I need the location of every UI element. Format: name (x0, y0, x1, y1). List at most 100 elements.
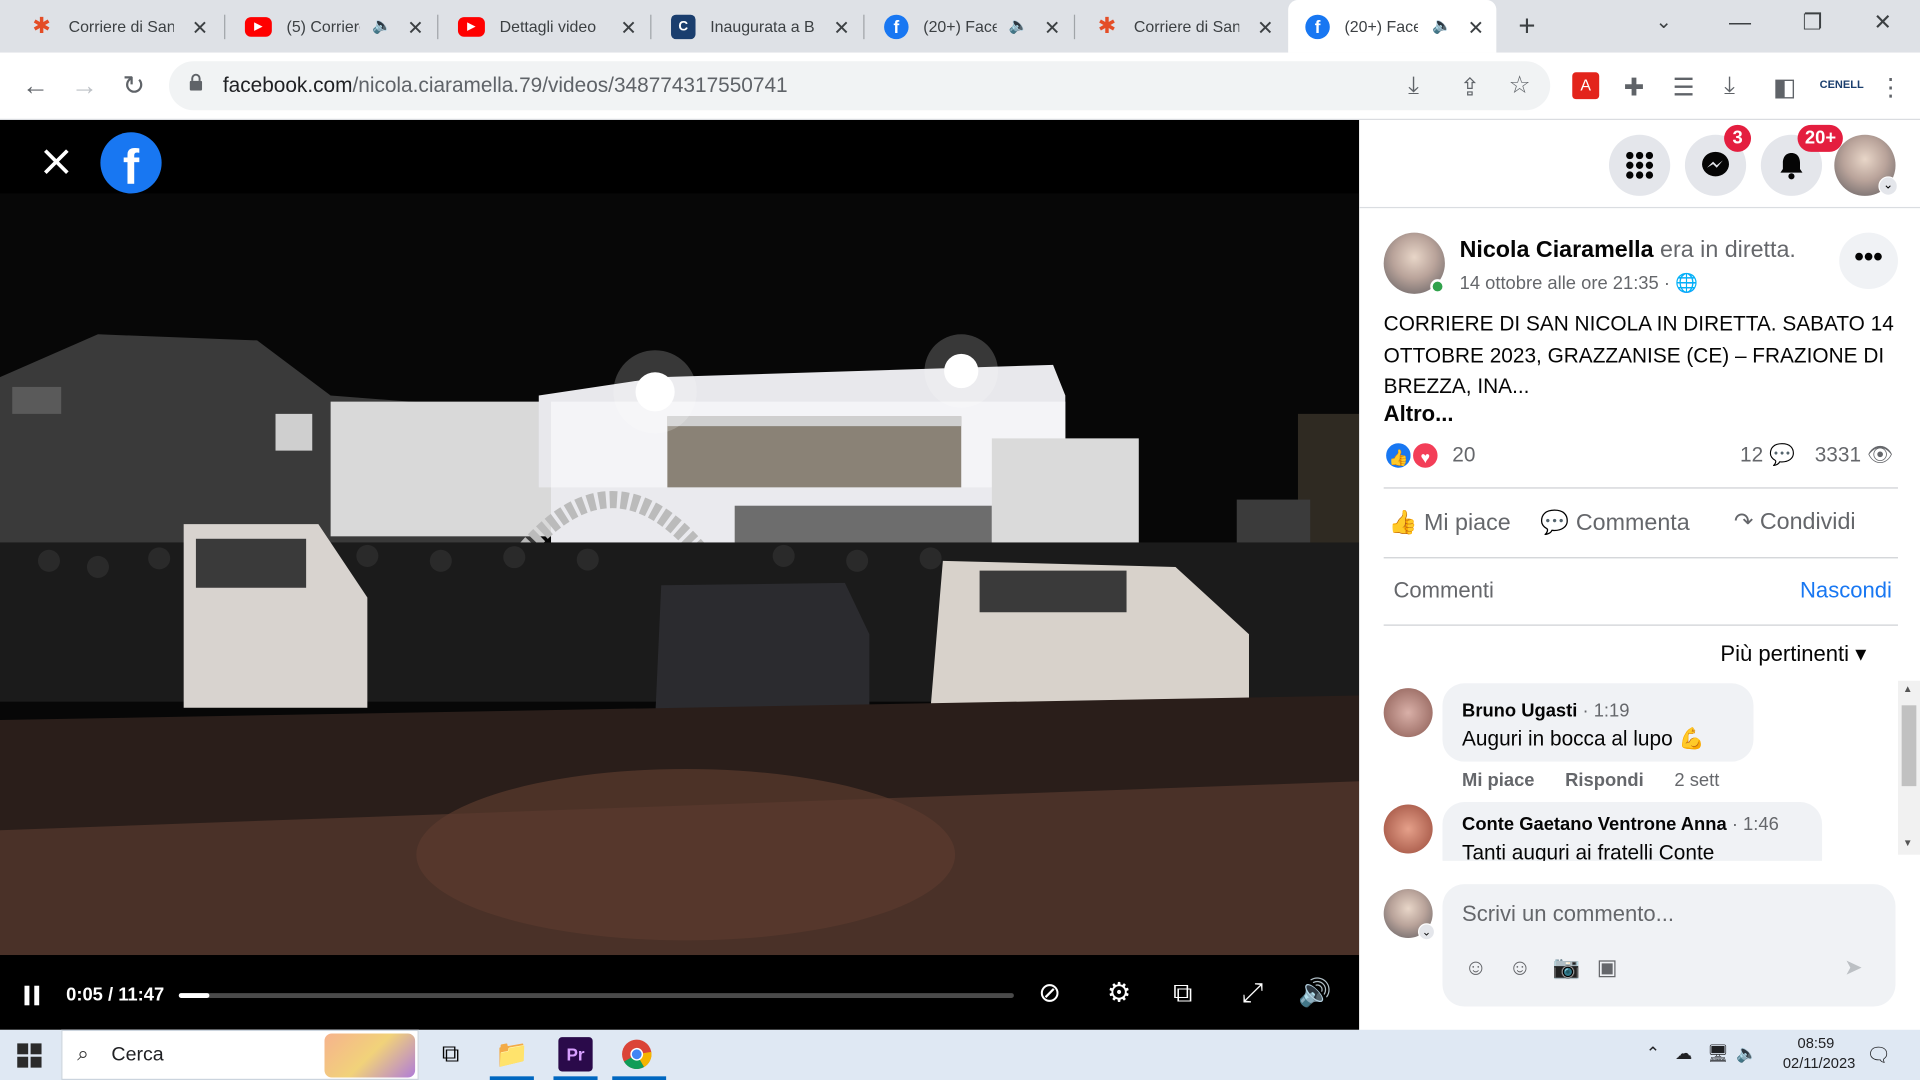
close-tab-icon[interactable]: ✕ (620, 16, 636, 40)
avatar-sticker-icon[interactable]: ☺ (1465, 955, 1488, 981)
see-more-link[interactable]: Altro... (1384, 402, 1454, 428)
tab-search-icon[interactable]: ⌄ (1656, 10, 1672, 34)
windows-taskbar: ⌕ Cerca ⧉ 📁 Pr ⌃ ☁ 🖥 🔈 08:59 02/11/2023 … (0, 1029, 1920, 1080)
chevron-down-icon[interactable]: ⌄ (1417, 923, 1436, 941)
online-dot (1430, 279, 1445, 294)
love-reaction-icon[interactable]: ♥ (1410, 440, 1441, 471)
volume-icon[interactable]: 🔊 (1298, 977, 1332, 1009)
send-icon[interactable]: ➤ (1844, 955, 1862, 981)
pause-icon[interactable] (22, 984, 42, 1006)
side-panel-icon[interactable]: ◧ (1773, 72, 1796, 103)
share-button[interactable]: ↷ Condividi (1734, 508, 1856, 536)
speaker-icon[interactable]: 🔈 (372, 16, 392, 36)
install-app-icon[interactable]: ⤓ (1408, 72, 1419, 100)
more-options-button[interactable]: ••• (1839, 232, 1898, 289)
post-actions: 👍 Mi piace 💬 Commenta ↷ Condividi (1383, 487, 1898, 559)
progress-fill (178, 993, 210, 998)
close-tab-icon[interactable]: ✕ (833, 16, 849, 40)
comment-sort-dropdown[interactable]: Più pertinenti ▾ (1720, 642, 1866, 668)
comment-text: Tanti auguri ai fratelli Conte (1462, 841, 1715, 861)
windows-start-icon[interactable] (17, 1043, 42, 1068)
extensions-puzzle-icon[interactable]: ✚ (1624, 72, 1645, 103)
fullscreen-icon[interactable]: ⤢ (1242, 977, 1264, 1009)
forward-button[interactable]: → (71, 70, 98, 102)
comments-scrollbar[interactable]: ▲ ▼ (1897, 680, 1920, 855)
facebook-icon: f (1305, 14, 1330, 39)
bookmark-star-icon[interactable]: ☆ (1509, 70, 1531, 101)
address-bar[interactable]: facebook.com/nicola.ciaramella.79/videos… (168, 61, 1551, 111)
profile-extension-icon[interactable]: CENELL (1820, 78, 1864, 90)
browser-tab[interactable]: f (20+) Face 🔈 ✕ (855, 0, 1073, 53)
notification-center-icon[interactable]: 🗨 (1866, 1043, 1891, 1067)
chrome-icon[interactable] (620, 1037, 654, 1071)
comment-like-link[interactable]: Mi piace (1462, 770, 1534, 791)
account-chevron-icon[interactable]: ⌄ (1878, 176, 1898, 196)
system-clock[interactable]: 08:59 02/11/2023 (1783, 1035, 1855, 1072)
comments-heading: Commenti (1393, 577, 1494, 603)
chrome-menu-icon[interactable]: ⋮ (1878, 72, 1902, 103)
close-tab-icon[interactable]: ✕ (1044, 16, 1060, 40)
eye-icon: 👁 (1866, 443, 1894, 467)
pdf-extension-icon[interactable]: A (1572, 72, 1600, 100)
download-icon[interactable]: ⤓ (1724, 72, 1735, 100)
comments-count[interactable]: 12 💬 (1740, 443, 1795, 467)
reload-button[interactable]: ↻ (122, 70, 145, 102)
hide-comments-link[interactable]: Nascondi (1800, 578, 1892, 604)
commenter-name[interactable]: Conte Gaetano Ventrone Anna · 1:46 (1462, 814, 1779, 835)
comment-icon: 💬 (1540, 510, 1570, 537)
reactions-count[interactable]: 20 (1452, 443, 1475, 467)
network-icon[interactable]: 🖥 (1707, 1043, 1729, 1064)
browser-tab-active[interactable]: f (20+) Face 🔈 ✕ (1288, 0, 1497, 53)
comment-button[interactable]: 💬 Commenta (1540, 508, 1689, 537)
browser-tab[interactable]: ✱ Corriere di San ✕ (0, 0, 220, 53)
like-button[interactable]: 👍 Mi piace (1389, 508, 1511, 537)
commenter-name[interactable]: Bruno Ugasti · 1:19 (1462, 700, 1629, 721)
task-view-icon[interactable]: ⧉ (433, 1037, 467, 1071)
media-control-icon[interactable]: ☰ (1673, 72, 1695, 103)
comment-clip: Conte Gaetano Ventrone Anna · 1:46 Tanti… (1359, 800, 1898, 861)
commenter-avatar[interactable] (1383, 804, 1433, 854)
close-icon[interactable] (42, 147, 71, 176)
browser-tab[interactable]: C Inaugurata a Br ✕ (642, 0, 862, 53)
emoji-icon[interactable]: ☺ (1509, 955, 1532, 981)
speaker-icon[interactable]: 🔈 (1432, 16, 1452, 36)
picture-in-picture-icon[interactable]: ⧉ (1173, 977, 1192, 1009)
sticker-icon[interactable]: ▣ (1597, 955, 1618, 981)
camera-icon[interactable]: 📷 (1553, 955, 1580, 981)
post-date[interactable]: 14 ottobre alle ore 21:35 · 🌐 (1460, 272, 1698, 294)
back-button[interactable]: ← (22, 70, 49, 102)
premiere-pro-icon[interactable]: Pr (558, 1037, 593, 1072)
gear-icon[interactable]: ⚙ (1107, 977, 1131, 1009)
comment-reply-link[interactable]: Rispondi (1565, 770, 1644, 791)
file-explorer-icon[interactable]: 📁 (495, 1037, 529, 1071)
browser-tab[interactable]: ▶ (5) Corriere 🔈 ✕ (216, 0, 436, 53)
facebook-logo[interactable]: f (100, 132, 162, 194)
commenter-avatar[interactable] (1383, 688, 1433, 738)
taskbar-search[interactable]: ⌕ Cerca (61, 1029, 419, 1080)
video-frame[interactable] (0, 193, 1360, 956)
menu-grid-icon[interactable] (1608, 134, 1671, 196)
scroll-thumb[interactable] (1901, 705, 1917, 787)
volume-tray-icon[interactable]: 🔈 (1736, 1043, 1757, 1064)
close-window-button[interactable]: ✕ (1873, 10, 1891, 36)
comment-input[interactable]: Scrivi un commento... ☺ ☺ 📷 ▣ ➤ (1442, 884, 1896, 1007)
tray-chevron-up-icon[interactable]: ⌃ (1646, 1043, 1660, 1064)
comment-age: 2 sett (1674, 770, 1720, 792)
captions-off-icon[interactable]: ⊘ (1038, 977, 1061, 1009)
like-reaction-icon[interactable]: 👍 (1383, 440, 1414, 471)
close-tab-icon[interactable]: ✕ (407, 16, 423, 40)
speaker-icon[interactable]: 🔈 (1009, 16, 1029, 36)
restore-button[interactable]: ❐ (1802, 10, 1822, 36)
close-tab-icon[interactable]: ✕ (1468, 16, 1484, 40)
onedrive-cloud-icon[interactable]: ☁ (1675, 1043, 1692, 1064)
share-icon[interactable]: ⇪ (1460, 72, 1481, 103)
new-tab-button[interactable]: + (1518, 10, 1535, 44)
comment-text: Auguri in bocca al lupo 💪 (1462, 727, 1705, 751)
minimize-button[interactable]: — (1729, 10, 1751, 36)
browser-tab[interactable]: ▶ Dettagli video ✕ (429, 0, 649, 53)
close-tab-icon[interactable]: ✕ (1257, 16, 1273, 40)
post-author[interactable]: Nicola Ciaramella era in diretta. (1460, 238, 1796, 265)
video-progress-bar[interactable] (178, 993, 1014, 998)
close-tab-icon[interactable]: ✕ (192, 16, 208, 40)
browser-tab[interactable]: ✱ Corriere di San ✕ (1065, 0, 1285, 53)
